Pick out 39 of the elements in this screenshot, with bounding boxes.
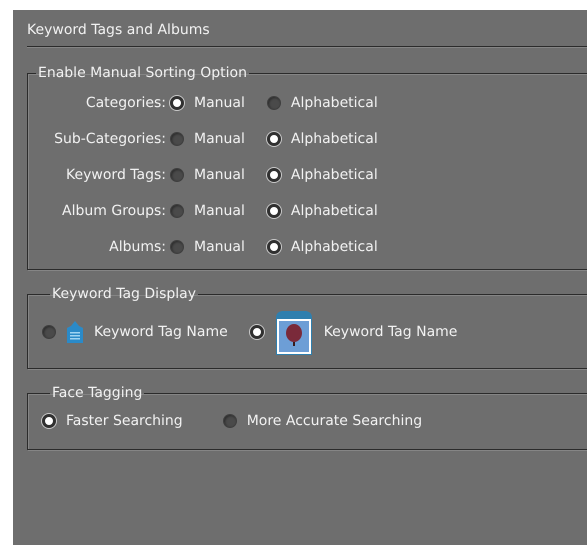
radio-button[interactable] — [266, 204, 281, 218]
group-legend: Keyword Tag Display — [50, 286, 198, 302]
group-legend: Enable Manual Sorting Option — [36, 65, 249, 81]
option-label: Alphabetical — [290, 167, 378, 183]
radio-button[interactable] — [170, 96, 184, 110]
radio-button[interactable] — [266, 240, 281, 254]
row-label: Album Groups: — [61, 203, 167, 219]
option-label: Alphabetical — [290, 95, 378, 111]
radio-button[interactable] — [266, 168, 281, 182]
option-label: Keyword Tag Name — [94, 324, 228, 340]
option-label: Alphabetical — [290, 239, 378, 255]
radio-button[interactable] — [222, 414, 237, 428]
option-label: Alphabetical — [290, 131, 378, 147]
radio-button[interactable] — [170, 204, 184, 218]
group-legend: Face Tagging — [50, 385, 144, 401]
row-label: Albums: — [108, 239, 167, 255]
option-label: Manual — [194, 239, 245, 255]
option-label: Faster Searching — [66, 413, 183, 429]
radio-button[interactable] — [42, 325, 56, 339]
option-label: Keyword Tag Name — [324, 324, 458, 340]
row-label: Sub-Categories: — [53, 131, 167, 147]
option-label: More Accurate Searching — [246, 413, 422, 429]
panel-title: Keyword Tags and Albums — [27, 22, 587, 47]
radio-button[interactable] — [266, 96, 281, 110]
radio-button[interactable] — [42, 414, 56, 428]
option-label: Manual — [194, 167, 245, 183]
radio-button[interactable] — [170, 240, 184, 254]
radio-button[interactable] — [170, 132, 184, 146]
balloon-photo-icon — [274, 308, 314, 356]
option-label: Manual — [194, 131, 245, 147]
row-label: Categories: — [84, 95, 167, 111]
radio-button[interactable] — [266, 132, 281, 146]
option-label: Alphabetical — [290, 203, 378, 219]
radio-button[interactable] — [170, 168, 184, 182]
row-label: Keyword Tags: — [65, 167, 167, 183]
option-label: Manual — [194, 95, 245, 111]
radio-button[interactable] — [250, 325, 264, 339]
option-label: Manual — [194, 203, 245, 219]
tag-icon — [66, 320, 84, 344]
